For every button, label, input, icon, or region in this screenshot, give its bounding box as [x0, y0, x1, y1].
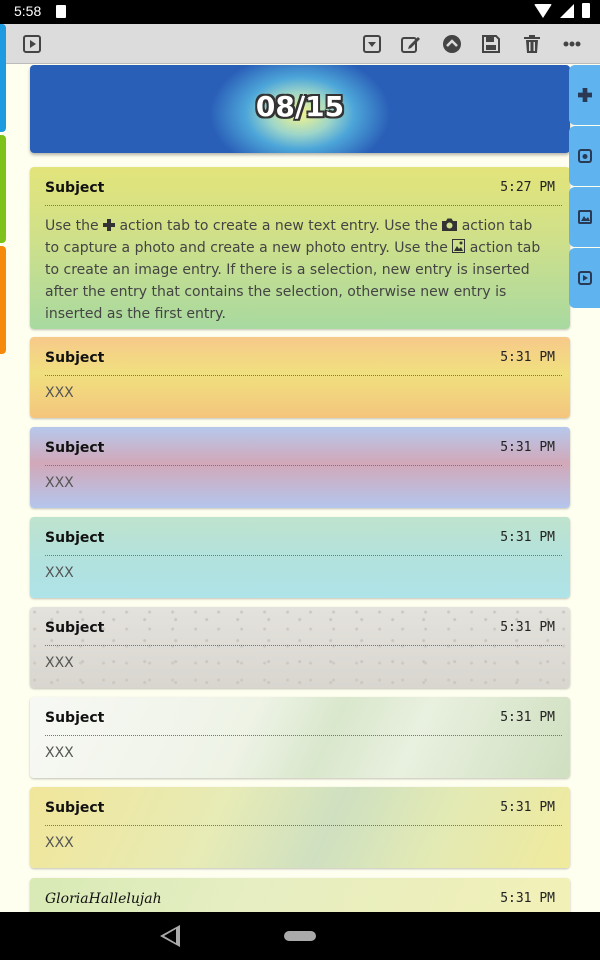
video-tab[interactable]	[569, 248, 600, 308]
sd-card-icon	[56, 5, 66, 18]
date-banner: 08/15	[30, 65, 570, 153]
entry-card[interactable]: Subject 5:31 PM XXX	[30, 337, 570, 418]
entry-time: 5:31 PM	[500, 891, 555, 906]
plus-icon	[103, 219, 116, 231]
entry-subject: Subject	[45, 800, 105, 816]
divider	[45, 735, 562, 736]
camera-tab[interactable]	[569, 126, 600, 186]
more-icon[interactable]	[561, 33, 583, 55]
entry-time: 5:31 PM	[500, 440, 555, 455]
entry-subject: GloriaHallelujah	[45, 891, 162, 907]
entry-list[interactable]: 08/15 Subject 5:27 PM Use the action tab…	[0, 65, 600, 912]
entry-body: XXX	[45, 385, 74, 401]
entry-time: 5:31 PM	[500, 350, 555, 365]
entry-card[interactable]: Subject 5:27 PM Use the action tab to cr…	[30, 167, 570, 329]
entry-time: 5:31 PM	[500, 530, 555, 545]
entry-card[interactable]: Subject 5:31 PM XXX	[30, 517, 570, 598]
divider	[45, 375, 562, 376]
delete-icon[interactable]	[521, 33, 543, 55]
divider	[45, 465, 562, 466]
divider	[45, 555, 562, 556]
camera-icon	[442, 218, 458, 231]
signal-icon	[560, 3, 574, 18]
up-icon[interactable]	[441, 33, 463, 55]
entry-time: 5:27 PM	[500, 180, 555, 195]
entry-card[interactable]: Subject 5:31 PM XXX	[30, 697, 570, 778]
navigation-bar	[0, 912, 600, 960]
add-text-icon	[577, 88, 592, 102]
entry-subject: Subject	[45, 440, 105, 456]
entry-subject: Subject	[45, 180, 105, 196]
play-icon[interactable]	[21, 33, 43, 55]
entry-card[interactable]: Subject 5:31 PM XXX	[30, 787, 570, 868]
entry-subject: Subject	[45, 350, 105, 366]
image-icon	[452, 239, 466, 253]
entry-body: Use the action tab to create a new text …	[45, 218, 541, 322]
entry-subject: Subject	[45, 530, 105, 546]
battery-icon	[582, 3, 590, 18]
banner-date: 08/15	[255, 90, 345, 123]
entry-card[interactable]: Subject 5:31 PM XXX	[30, 427, 570, 508]
entry-card[interactable]: GloriaHallelujah 5:31 PM	[30, 878, 570, 912]
camera-icon	[577, 149, 592, 163]
divider	[45, 825, 562, 826]
entry-time: 5:31 PM	[500, 800, 555, 815]
entry-time: 5:31 PM	[500, 620, 555, 635]
entry-body: XXX	[45, 835, 74, 851]
image-icon	[577, 210, 592, 224]
play-icon	[577, 271, 592, 285]
collapse-icon[interactable]	[361, 33, 383, 55]
image-tab[interactable]	[569, 187, 600, 247]
status-time: 5:58	[14, 3, 42, 19]
entry-subject: Subject	[45, 710, 105, 726]
divider	[45, 205, 562, 206]
add-text-tab[interactable]	[569, 65, 600, 125]
entry-body: XXX	[45, 475, 74, 491]
entry-body: XXX	[45, 655, 74, 671]
entry-subject: Subject	[45, 620, 105, 636]
save-icon[interactable]	[480, 33, 502, 55]
entry-card[interactable]: Subject 5:31 PM XXX	[30, 607, 570, 688]
status-bar: 5:58	[0, 0, 600, 24]
edit-icon[interactable]	[400, 33, 422, 55]
back-icon[interactable]	[160, 925, 180, 947]
entry-body: XXX	[45, 565, 74, 581]
home-icon[interactable]	[284, 931, 316, 941]
wifi-icon	[534, 3, 552, 18]
entry-time: 5:31 PM	[500, 710, 555, 725]
divider	[45, 645, 562, 646]
toolbar	[0, 24, 600, 64]
entry-body: XXX	[45, 745, 74, 761]
